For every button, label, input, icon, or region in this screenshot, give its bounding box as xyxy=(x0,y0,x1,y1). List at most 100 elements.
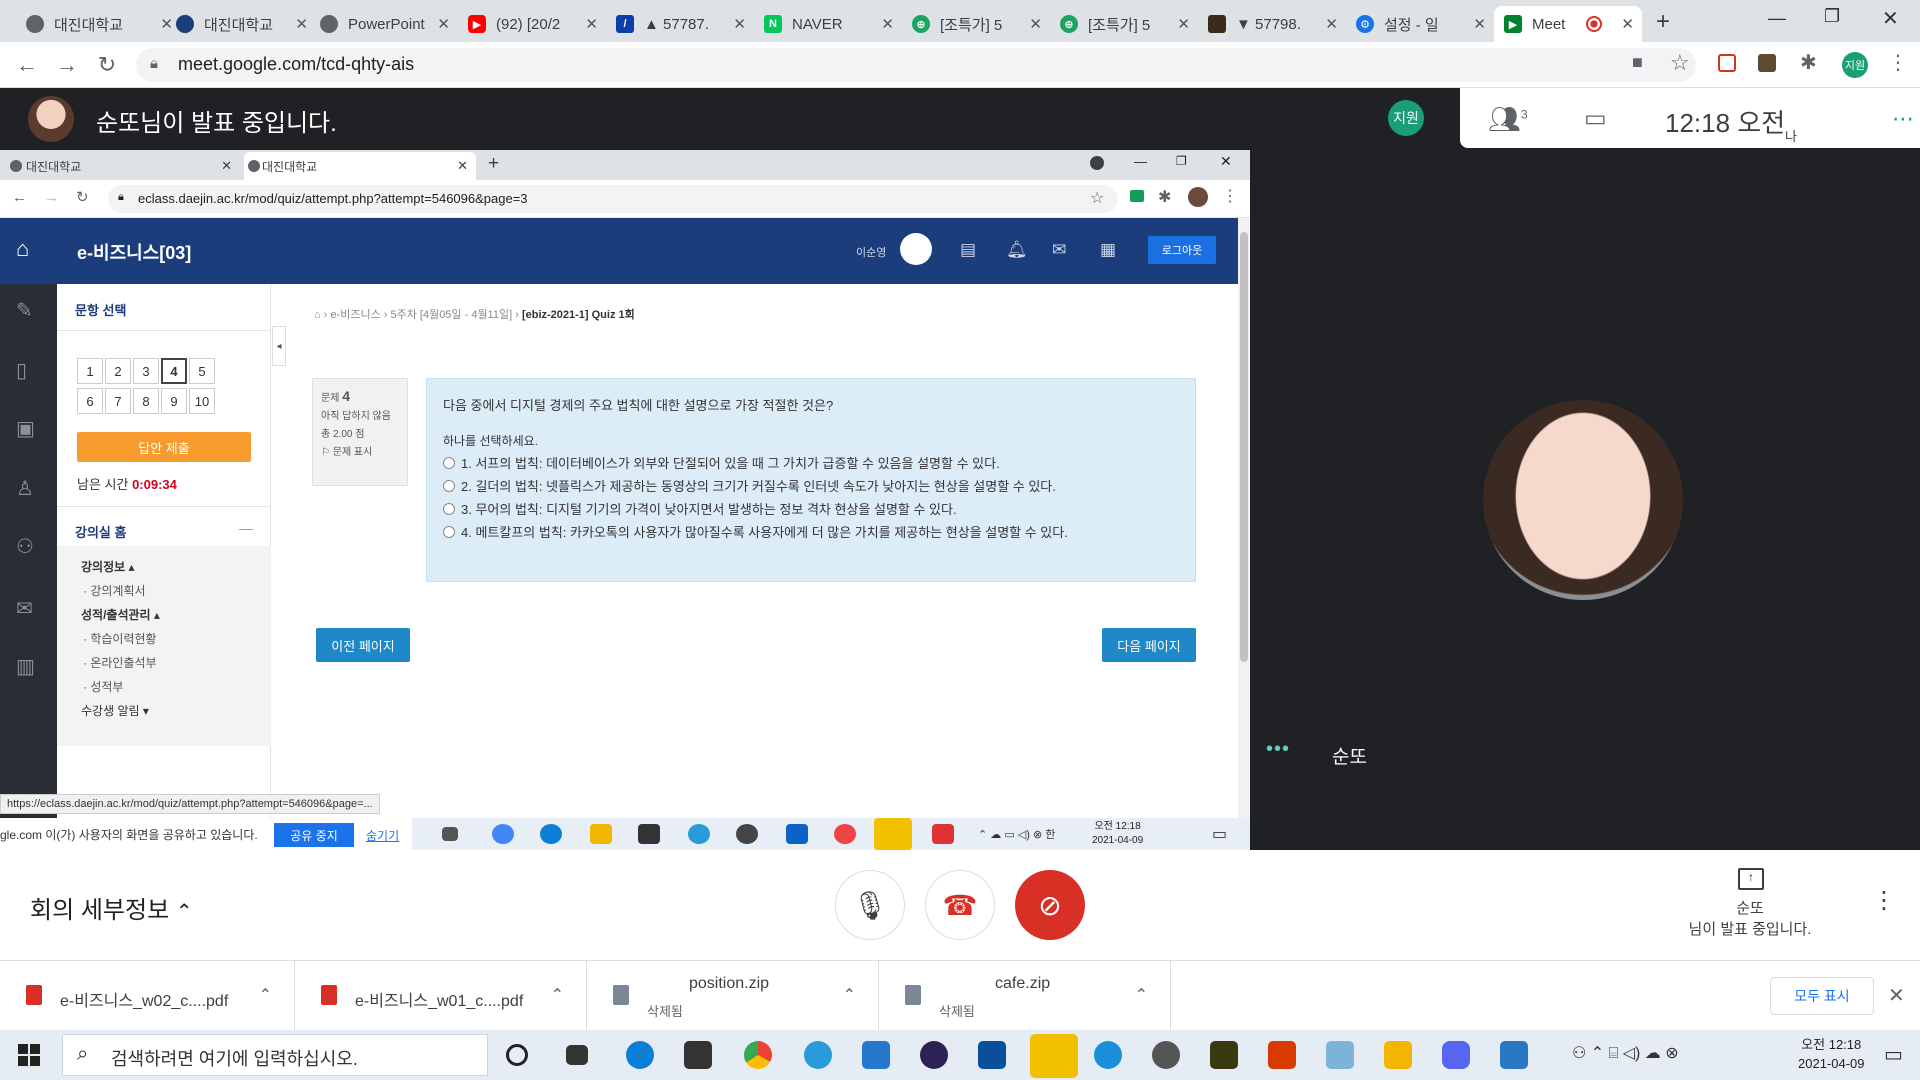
puzzle-icon[interactable]: ✱ xyxy=(1158,187,1171,207)
app-icon[interactable] xyxy=(1210,1041,1238,1069)
cortana-icon[interactable] xyxy=(506,1044,528,1066)
download-item[interactable]: e-비즈니스_w01_c....pdf ⌃ xyxy=(295,961,587,1031)
browser-tab[interactable]: 대진대학교 ✕ xyxy=(166,6,316,42)
reload-icon[interactable]: ↻ xyxy=(76,188,89,206)
vscode-icon[interactable] xyxy=(862,1041,890,1069)
more-icon[interactable]: ⋯ xyxy=(1892,106,1914,132)
camera-icon[interactable]: ■ xyxy=(1632,52,1643,73)
forward-icon[interactable]: → xyxy=(54,52,80,78)
browser-tab-active[interactable]: ▶ Meet ✕ xyxy=(1494,6,1642,42)
radio-button[interactable] xyxy=(443,479,455,492)
close-window-icon[interactable]: ✕ xyxy=(1220,153,1232,170)
close-tab-icon[interactable]: ✕ xyxy=(221,158,232,174)
ie-icon[interactable] xyxy=(688,824,710,844)
kakaotalk-icon[interactable] xyxy=(1030,1034,1078,1078)
close-window-icon[interactable]: ✕ xyxy=(1882,6,1899,31)
course-title[interactable]: e-비즈니스[03] xyxy=(77,239,191,265)
mail-icon[interactable]: ✉ xyxy=(16,596,33,621)
question-button-6[interactable]: 6 xyxy=(77,388,103,414)
profile-avatar[interactable]: 지원 xyxy=(1842,52,1868,78)
bell-icon[interactable]: 🔔︎ xyxy=(1006,240,1028,260)
question-button-9[interactable]: 9 xyxy=(161,388,187,414)
radio-button[interactable] xyxy=(443,502,455,515)
close-tab-icon[interactable]: ✕ xyxy=(1621,15,1634,33)
notification-icon[interactable]: ▭ xyxy=(1884,1042,1903,1067)
close-tab-icon[interactable]: ✕ xyxy=(457,158,468,174)
present-status[interactable]: 순또 님이 발표 중입니다. xyxy=(1680,898,1820,940)
radio-button[interactable] xyxy=(443,456,455,469)
office-icon[interactable] xyxy=(1268,1041,1296,1069)
logout-button[interactable]: 로그아웃 xyxy=(1148,236,1216,264)
radio-button[interactable] xyxy=(443,525,455,538)
more-options-icon[interactable]: ••• xyxy=(1266,738,1290,761)
camera-off-button[interactable]: ⊘ xyxy=(1015,870,1085,940)
profile-avatar[interactable] xyxy=(1188,187,1208,207)
extension-icon[interactable] xyxy=(1130,190,1144,202)
mail-icon[interactable]: ✉ xyxy=(1052,240,1066,260)
download-item[interactable]: cafe.zip 삭제됨 ⌃ xyxy=(879,961,1171,1031)
menu-gradebook[interactable]: · 성적부 xyxy=(83,678,123,695)
star-icon[interactable]: ☆ xyxy=(1090,188,1104,208)
scrollbar[interactable] xyxy=(1238,218,1250,844)
taskbar-search-input[interactable]: ⌕ 검색하려면 여기에 입력하십시오. xyxy=(62,1034,488,1076)
chat-icon[interactable]: ▭ xyxy=(1584,104,1607,133)
discord-icon[interactable] xyxy=(1442,1041,1470,1069)
app-icon[interactable] xyxy=(1094,1041,1122,1069)
scrollbar-thumb[interactable] xyxy=(1240,232,1248,662)
back-icon[interactable]: ← xyxy=(12,189,27,206)
answer-option-4[interactable]: 4. 메트칼프의 법칙: 카카오톡의 사용자가 많아질수록 사용자에게 더 많은… xyxy=(443,520,1179,543)
extension-icon[interactable] xyxy=(1758,54,1776,72)
app-icon[interactable] xyxy=(834,824,856,844)
maximize-icon[interactable]: ❐ xyxy=(1824,6,1840,27)
task-view-icon[interactable] xyxy=(442,827,458,841)
windows-start-icon[interactable] xyxy=(18,1044,40,1066)
tray-icons[interactable]: ⌃ ☁ ▭ ◁) ⊗ 한 xyxy=(978,826,1055,842)
taskbar-clock[interactable]: 오전 12:18 2021-04-09 xyxy=(1798,1035,1865,1073)
menu-icon[interactable]: ⋮ xyxy=(1888,50,1908,75)
hide-link[interactable]: 숨기기 xyxy=(366,827,399,844)
menu-attendance[interactable]: · 온라인출석부 xyxy=(83,654,157,671)
previous-page-button[interactable]: 이전 페이지 xyxy=(316,628,410,662)
collapse-sidebar-icon[interactable]: ◂ xyxy=(272,326,286,366)
eclipse-icon[interactable] xyxy=(920,1041,948,1069)
chrome-icon[interactable] xyxy=(492,824,514,844)
close-tab-icon[interactable]: ✕ xyxy=(1325,15,1338,33)
chevron-up-icon[interactable]: ⌃ xyxy=(551,985,564,1005)
store-icon[interactable] xyxy=(638,824,660,844)
browser-tab[interactable]: PowerPoint ✕ xyxy=(310,6,458,42)
menu-course-info[interactable]: 강의정보 ▴ xyxy=(81,558,135,575)
app-icon[interactable] xyxy=(978,1041,1006,1069)
menu-icon[interactable]: ⋮ xyxy=(1222,186,1238,206)
course-icon[interactable]: ✎ xyxy=(16,298,33,323)
home-icon[interactable]: ⌂ xyxy=(16,236,29,262)
user-avatar[interactable] xyxy=(900,233,932,265)
browser-tab[interactable]: N NAVER ✕ xyxy=(754,6,902,42)
puzzle-icon[interactable]: ✱ xyxy=(1800,50,1817,75)
task-view-icon[interactable] xyxy=(566,1045,588,1065)
home-icon[interactable]: ⌂ xyxy=(314,309,321,321)
meeting-details-button[interactable]: 회의 세부정보 ⌃ xyxy=(30,890,193,925)
minimize-icon[interactable]: — xyxy=(1768,8,1786,29)
flag-question[interactable]: ⚐ 문제 표시 xyxy=(321,444,399,462)
user-icon[interactable]: ♙ xyxy=(16,476,34,501)
next-page-button[interactable]: 다음 페이지 xyxy=(1102,628,1196,662)
tray-icons[interactable]: ⚇ ⌃ ⌸ ◁) ☁ ⊗ xyxy=(1572,1043,1679,1063)
close-tab-icon[interactable]: ✕ xyxy=(1177,15,1190,33)
restore-icon[interactable]: ❐ xyxy=(1176,154,1187,168)
office-icon[interactable] xyxy=(932,824,954,844)
close-tab-icon[interactable]: ✕ xyxy=(1473,15,1486,33)
question-button-8[interactable]: 8 xyxy=(133,388,159,414)
answer-option-2[interactable]: 2. 길더의 법칙: 넷플릭스가 제공하는 동영상의 크기가 커질수록 인터넷 … xyxy=(443,474,1179,497)
menu-syllabus[interactable]: · 강의계획서 xyxy=(83,582,146,599)
question-button-4[interactable]: 4 xyxy=(161,358,187,384)
download-item[interactable]: e-비즈니스_w02_c....pdf ⌃ xyxy=(0,961,295,1031)
store-icon[interactable] xyxy=(684,1041,712,1069)
book-icon[interactable]: ▯ xyxy=(16,358,27,383)
forward-icon[interactable]: → xyxy=(44,189,59,206)
browser-tab[interactable]: ▼ 57798. ✕ xyxy=(1198,6,1346,42)
question-button-1[interactable]: 1 xyxy=(77,358,103,384)
group-icon[interactable]: ⚇ xyxy=(16,534,34,559)
new-tab-icon[interactable]: + xyxy=(488,153,499,175)
show-all-button[interactable]: 모두 표시 xyxy=(1770,977,1874,1015)
apps-grid-icon[interactable]: ▦ xyxy=(1100,240,1116,260)
